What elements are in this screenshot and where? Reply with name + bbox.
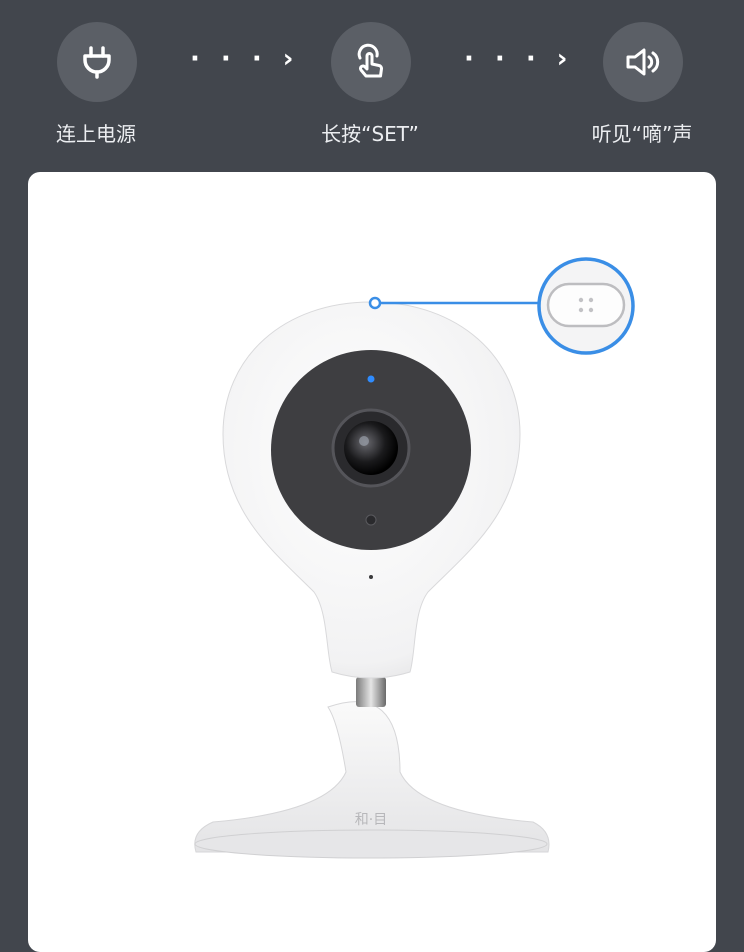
- camera-lens: [344, 421, 398, 475]
- callout-dot: [368, 296, 382, 310]
- arrow-icon: · · · ›: [190, 44, 300, 74]
- status-led: [367, 375, 375, 383]
- step-label-power: 连上电源: [56, 122, 136, 146]
- step-label-beep: 听见“嘀”声: [591, 122, 693, 146]
- step-press-set: [331, 22, 411, 102]
- set-button-icon: [576, 295, 596, 315]
- base-logo-text: 和·目: [355, 812, 387, 828]
- camera-base: 和·目: [194, 701, 550, 859]
- speaker-icon: [626, 48, 660, 76]
- arrow-icon: · · · ›: [464, 44, 574, 74]
- set-button-callout: [537, 257, 635, 355]
- ir-sensor: [365, 514, 377, 526]
- plug-icon: [83, 46, 111, 79]
- press-finger-icon: [357, 43, 383, 78]
- step-power-button: [57, 22, 137, 102]
- step-hear-beep: [603, 22, 683, 102]
- camera-illustration: 和·目: [194, 257, 635, 859]
- camera-neck: [356, 677, 386, 707]
- setup-steps: 连上电源 · · · › 长按“SET” · · · › 听见“嘀”声: [0, 0, 744, 170]
- step-label-press-set: 长按“SET”: [321, 122, 419, 146]
- mic-hole: [369, 575, 373, 579]
- camera-illustration-card: 和·目: [28, 172, 716, 952]
